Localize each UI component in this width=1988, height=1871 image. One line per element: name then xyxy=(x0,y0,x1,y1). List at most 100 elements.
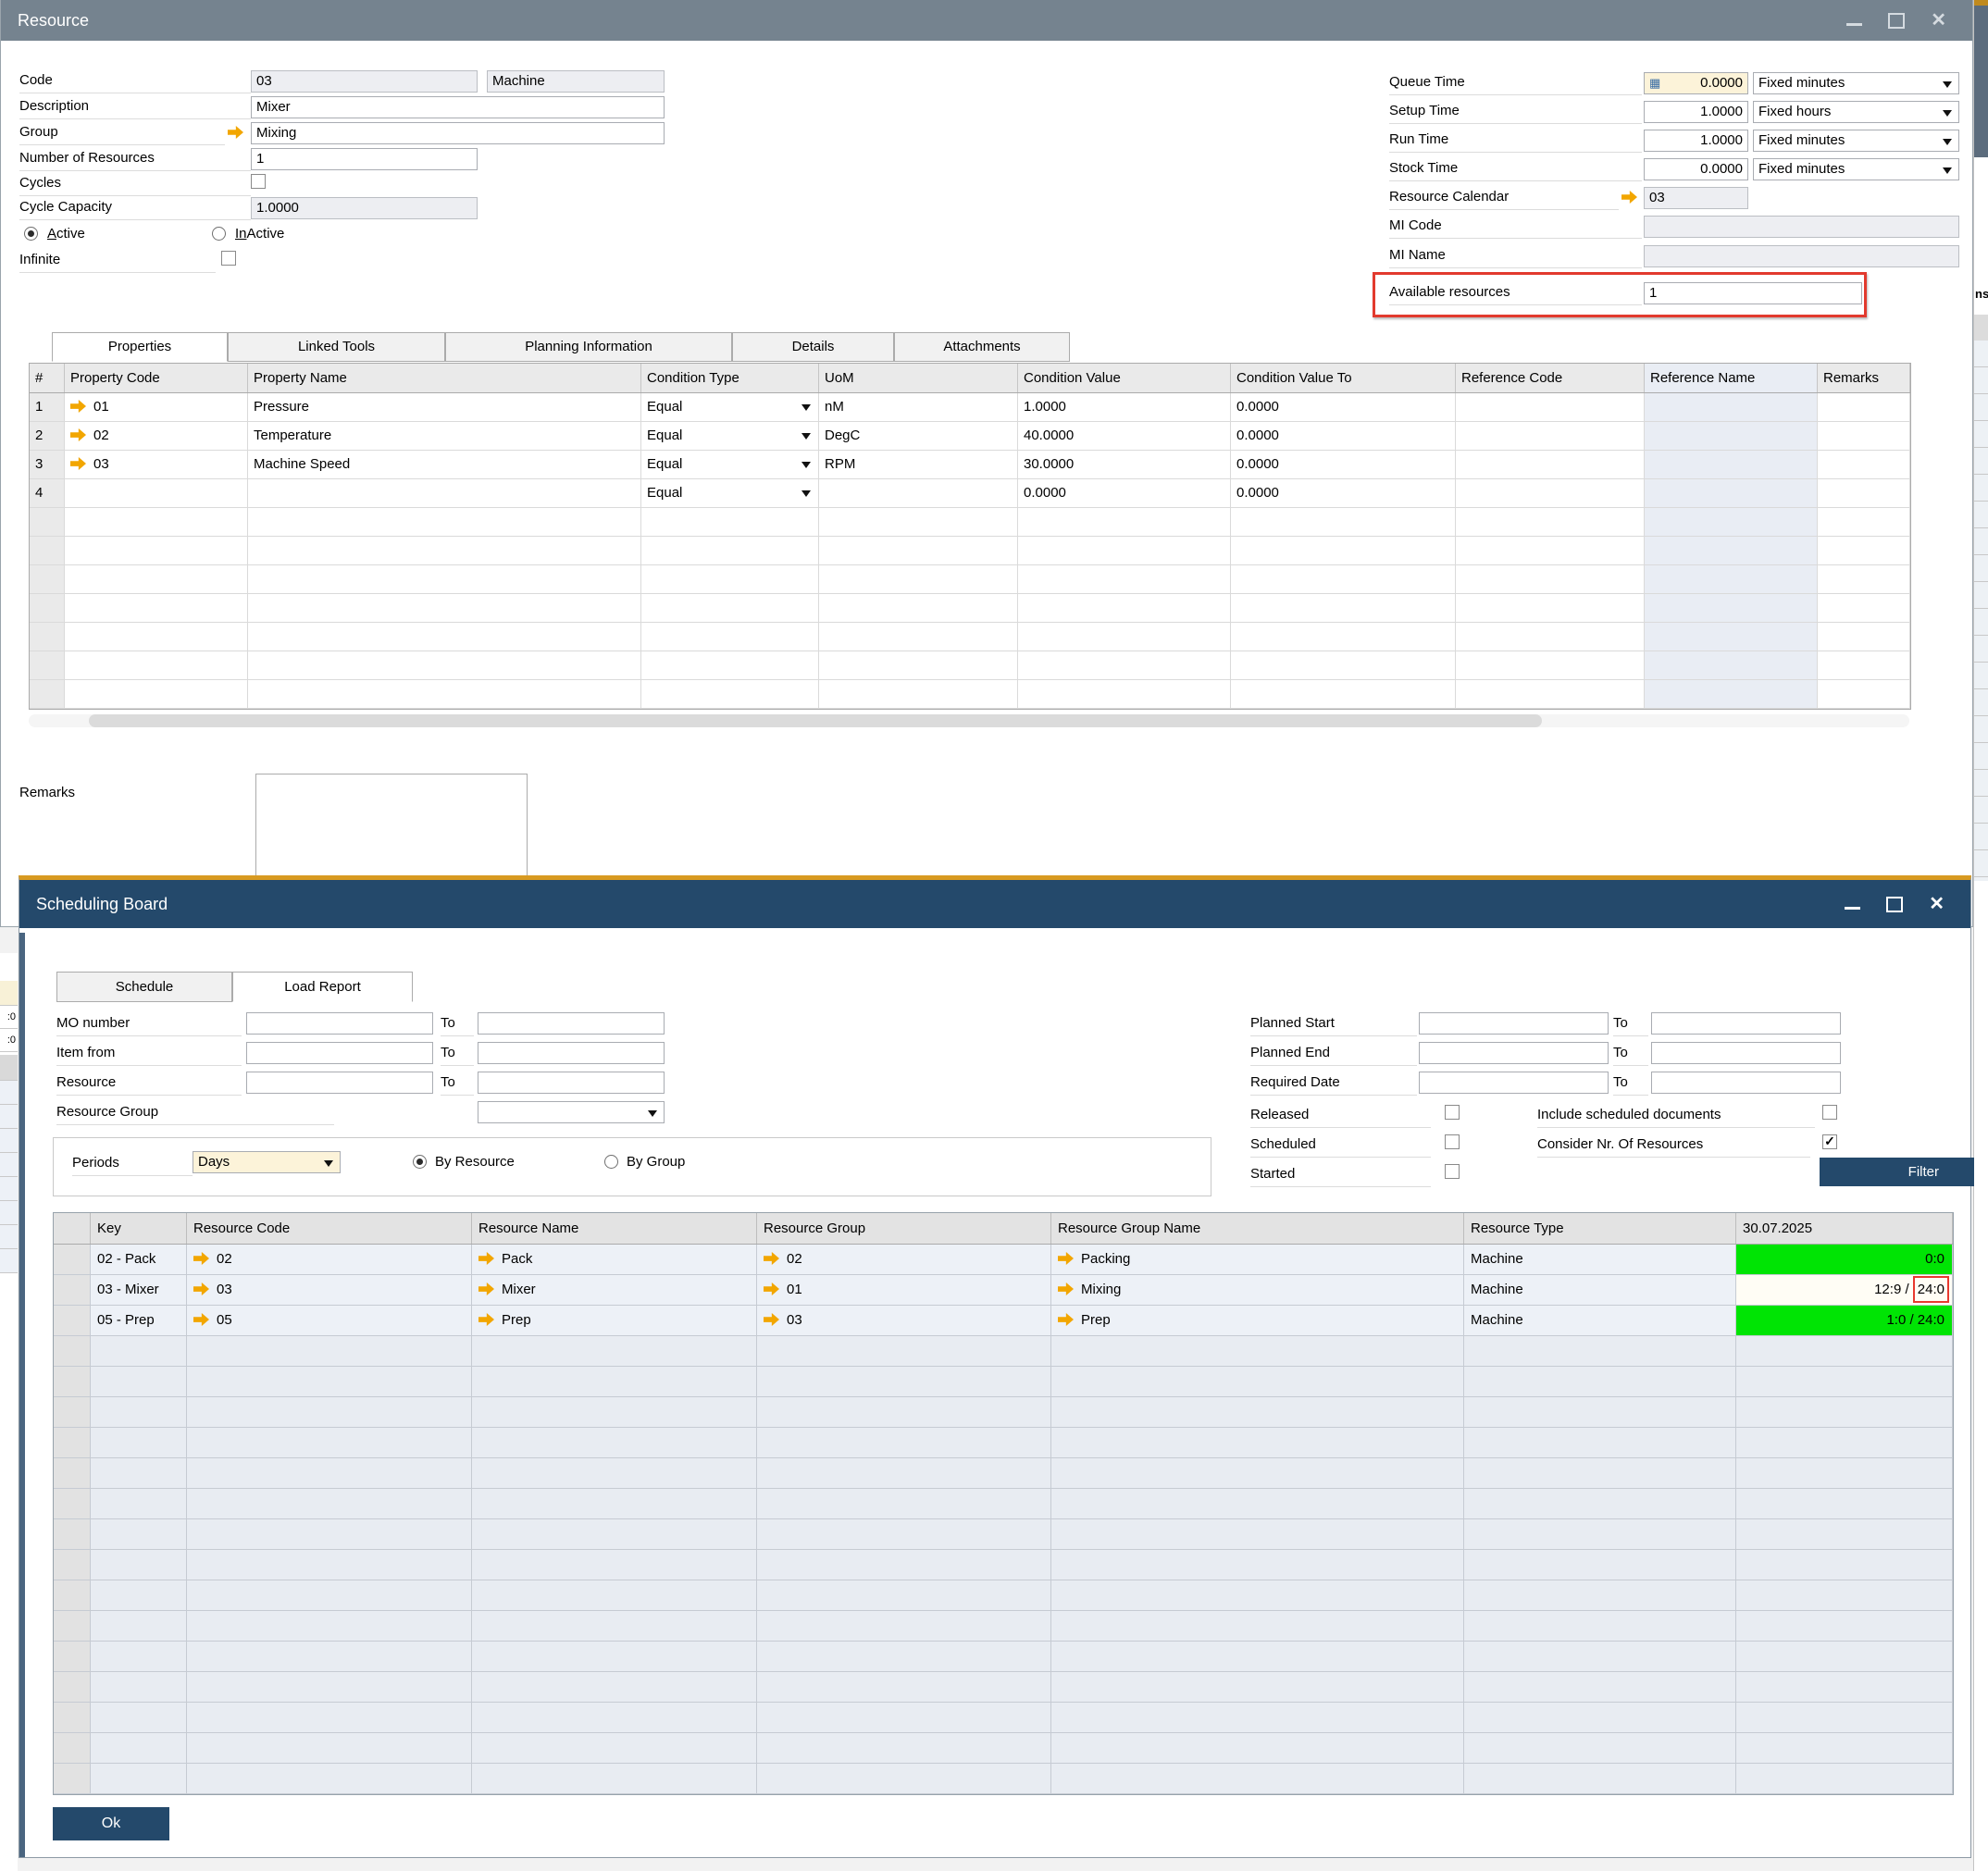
reference-name-cell[interactable] xyxy=(1645,479,1818,507)
setup-time-field[interactable]: 1.0000 xyxy=(1644,101,1748,123)
resource-group-select[interactable] xyxy=(478,1101,665,1123)
load-cell[interactable]: 12:9 / 24:0 xyxy=(1736,1275,1953,1305)
planned-start-from-input[interactable] xyxy=(1419,1012,1609,1035)
calculator-icon[interactable]: ▦ xyxy=(1649,73,1660,93)
minimize-icon[interactable] xyxy=(1845,907,1860,910)
maximize-icon[interactable] xyxy=(1886,897,1903,912)
link-arrow-icon[interactable] xyxy=(193,1252,209,1265)
link-arrow-icon[interactable] xyxy=(193,1282,209,1295)
property-code-cell[interactable]: 02 xyxy=(65,422,248,450)
condition-value-cell[interactable]: 0.0000 xyxy=(1018,479,1231,507)
periods-select[interactable]: Days xyxy=(193,1151,341,1173)
queue-time-unit-select[interactable]: Fixed minutes xyxy=(1753,72,1959,94)
tab-properties[interactable]: Properties xyxy=(52,332,228,362)
item-from-input[interactable] xyxy=(246,1042,433,1064)
remarks-cell[interactable] xyxy=(1818,422,1910,450)
mo-number-to-input[interactable] xyxy=(478,1012,665,1035)
row-number[interactable]: 1 xyxy=(30,393,65,421)
load-cell[interactable]: 1:0 / 24:0 xyxy=(1736,1306,1953,1335)
resource-group-name-cell[interactable]: Packing xyxy=(1051,1245,1464,1274)
remarks-cell[interactable] xyxy=(1818,479,1910,507)
resource-to-input[interactable] xyxy=(478,1072,665,1094)
reference-code-cell[interactable] xyxy=(1456,479,1645,507)
condition-type-select[interactable]: Equal xyxy=(641,479,819,507)
reference-code-cell[interactable] xyxy=(1456,451,1645,478)
cycle-capacity-field[interactable]: 1.0000 xyxy=(251,197,478,219)
tab-load-report[interactable]: Load Report xyxy=(232,972,413,1002)
reference-name-cell[interactable] xyxy=(1645,393,1818,421)
inactive-radio[interactable] xyxy=(212,227,226,241)
resource-calendar-field[interactable]: 03 xyxy=(1644,187,1748,209)
link-arrow-icon[interactable] xyxy=(193,1313,209,1326)
tab-details[interactable]: Details xyxy=(732,332,894,362)
resource-name-cell[interactable]: Pack xyxy=(472,1245,757,1274)
link-arrow-icon[interactable] xyxy=(478,1252,494,1265)
uom-cell[interactable]: RPM xyxy=(819,451,1018,478)
by-group-radio[interactable] xyxy=(604,1155,618,1169)
row-number[interactable]: 3 xyxy=(30,451,65,478)
remarks-cell[interactable] xyxy=(1818,393,1910,421)
resource-code-cell[interactable]: 02 xyxy=(187,1245,472,1274)
link-arrow-icon[interactable] xyxy=(764,1313,779,1326)
filter-button[interactable]: Filter xyxy=(1820,1158,1974,1186)
tab-linked-tools[interactable]: Linked Tools xyxy=(228,332,445,362)
planned-end-from-input[interactable] xyxy=(1419,1042,1609,1064)
group-field[interactable]: Mixing xyxy=(251,122,665,144)
scheduled-checkbox[interactable] xyxy=(1445,1134,1460,1149)
infinite-checkbox[interactable] xyxy=(221,251,236,266)
resource-type-cell[interactable]: Machine xyxy=(1464,1306,1736,1335)
resource-code-cell[interactable]: 05 xyxy=(187,1306,472,1335)
resource-type-cell[interactable]: Machine xyxy=(1464,1275,1736,1305)
close-icon[interactable]: ✕ xyxy=(1931,11,1946,30)
released-checkbox[interactable] xyxy=(1445,1105,1460,1120)
active-radio[interactable] xyxy=(24,227,38,241)
mo-number-from-input[interactable] xyxy=(246,1012,433,1035)
property-code-cell[interactable]: 01 xyxy=(65,393,248,421)
code-type-field[interactable]: Machine xyxy=(487,70,665,93)
resource-group-cell[interactable]: 01 xyxy=(757,1275,1051,1305)
property-name-cell[interactable]: Pressure xyxy=(248,393,641,421)
load-cell[interactable]: 0:0 xyxy=(1736,1245,1953,1274)
run-time-field[interactable]: 1.0000 xyxy=(1644,130,1748,152)
resource-group-name-cell[interactable]: Mixing xyxy=(1051,1275,1464,1305)
row-selector[interactable] xyxy=(54,1306,91,1335)
reference-name-cell[interactable] xyxy=(1645,451,1818,478)
by-resource-radio[interactable] xyxy=(413,1155,427,1169)
link-arrow-icon[interactable] xyxy=(228,126,243,139)
key-cell[interactable]: 03 - Mixer xyxy=(91,1275,187,1305)
property-code-cell[interactable] xyxy=(65,479,248,507)
link-arrow-icon[interactable] xyxy=(1058,1252,1074,1265)
property-code-cell[interactable]: 03 xyxy=(65,451,248,478)
property-name-cell[interactable] xyxy=(248,479,641,507)
mi-name-field[interactable] xyxy=(1644,245,1959,267)
condition-value-cell[interactable]: 30.0000 xyxy=(1018,451,1231,478)
planned-start-to-input[interactable] xyxy=(1651,1012,1841,1035)
condition-value-cell[interactable]: 1.0000 xyxy=(1018,393,1231,421)
condition-value-to-cell[interactable]: 0.0000 xyxy=(1231,422,1456,450)
link-arrow-icon[interactable] xyxy=(1058,1282,1074,1295)
property-name-cell[interactable]: Machine Speed xyxy=(248,451,641,478)
condition-value-to-cell[interactable]: 0.0000 xyxy=(1231,479,1456,507)
property-name-cell[interactable]: Temperature xyxy=(248,422,641,450)
ok-button[interactable]: Ok xyxy=(53,1807,169,1840)
required-date-from-input[interactable] xyxy=(1419,1072,1609,1094)
code-field[interactable]: 03 xyxy=(251,70,478,93)
resource-group-cell[interactable]: 03 xyxy=(757,1306,1051,1335)
row-selector[interactable] xyxy=(54,1245,91,1274)
tab-planning-information[interactable]: Planning Information xyxy=(445,332,732,362)
consider-nr-of-resources-checkbox[interactable]: ✓ xyxy=(1822,1134,1837,1149)
condition-value-to-cell[interactable]: 0.0000 xyxy=(1231,393,1456,421)
setup-time-unit-select[interactable]: Fixed hours xyxy=(1753,101,1959,123)
row-selector[interactable] xyxy=(54,1275,91,1305)
resource-group-cell[interactable]: 02 xyxy=(757,1245,1051,1274)
cycles-checkbox[interactable] xyxy=(251,174,266,189)
row-number[interactable]: 2 xyxy=(30,422,65,450)
stock-time-unit-select[interactable]: Fixed minutes xyxy=(1753,158,1959,180)
run-time-unit-select[interactable]: Fixed minutes xyxy=(1753,130,1959,152)
link-arrow-icon[interactable] xyxy=(70,428,86,441)
link-arrow-icon[interactable] xyxy=(70,400,86,413)
minimize-icon[interactable] xyxy=(1846,23,1862,26)
reference-code-cell[interactable] xyxy=(1456,393,1645,421)
link-arrow-icon[interactable] xyxy=(478,1282,494,1295)
scrollbar-thumb[interactable] xyxy=(89,714,1542,727)
